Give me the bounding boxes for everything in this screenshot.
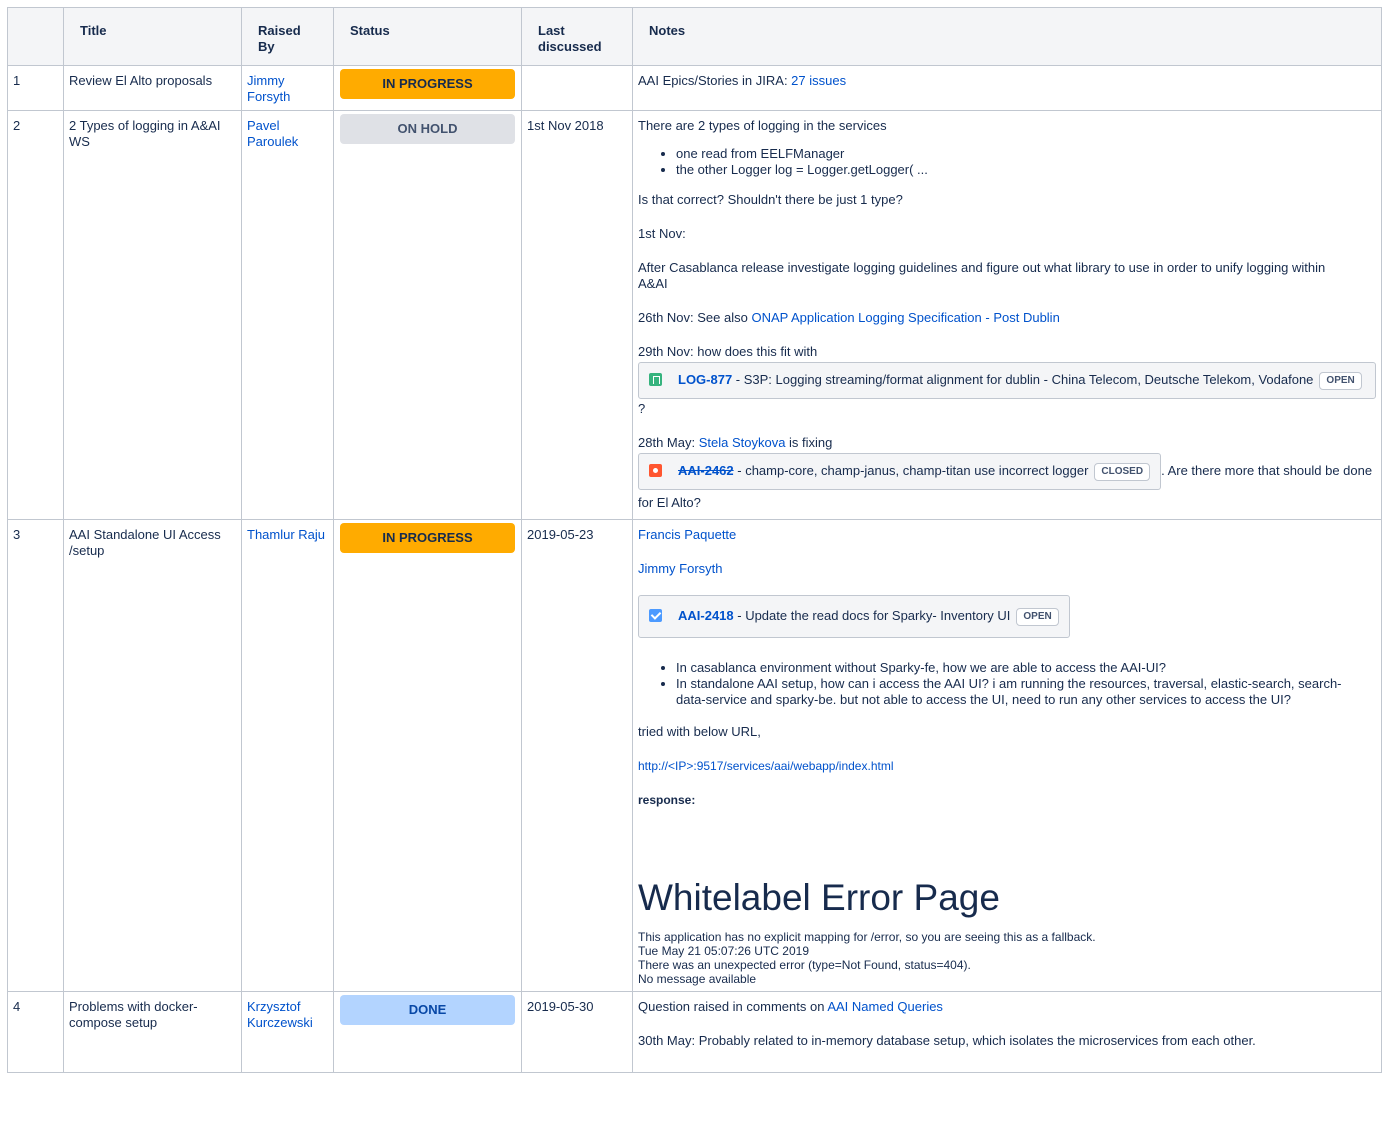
notes-cell: Question raised in comments on AAI Named… [632,991,1382,1073]
jira-issue-summary: - S3P: Logging streaming/format alignmen… [732,372,1314,387]
row-number: 4 [7,991,64,1073]
list-item: In casablanca environment without Sparky… [676,660,1376,676]
row-number: 1 [7,65,64,111]
header-num[interactable] [7,7,64,66]
user-link[interactable]: Krzysztof Kurczewski [247,999,313,1030]
user-mention-link[interactable]: Stela Stoykova [699,435,786,450]
notes-paragraph: After Casablanca release investigate log… [638,260,1326,291]
confluence-page-link[interactable]: AAI Named Queries [827,999,943,1014]
table-row: 1 Review El Alto proposals Jimmy Forsyth… [7,65,1382,111]
status-cell: DONE [333,991,522,1073]
notes-cell: AAI Epics/Stories in JIRA: 27 issues [632,65,1382,111]
table-row: 4 Problems with docker-compose setup Krz… [7,991,1382,1073]
jira-issue-macro[interactable]: AAI-2418 - Update the read docs for Spar… [638,595,1070,638]
raised-by-link[interactable]: Thamlur Raju [241,519,334,992]
last-discussed: 2019-05-30 [521,991,633,1073]
error-line: Tue May 21 05:07:26 UTC 2019 [638,944,809,958]
header-row: Title Raised By Status Last discussed No… [7,7,1382,66]
notes-list: one read from EELFManager the other Logg… [638,146,1376,178]
table-row: 2 2 Types of logging in A&AI WS Pavel Pa… [7,110,1382,520]
status-badge: DONE [340,995,515,1025]
last-discussed [521,65,633,111]
error-line: No message available [638,972,757,986]
notes-text: 28th May: [638,435,699,450]
status-badge: ON HOLD [340,114,515,144]
notes-paragraph: There are 2 types of logging in the serv… [638,118,887,133]
jira-status-lozenge: OPEN [1319,372,1362,390]
list-item: one read from EELFManager [676,146,1376,162]
header-raised-by[interactable]: Raised By [241,7,334,66]
confluence-page-link[interactable]: ONAP Application Logging Specification -… [751,310,1059,325]
row-number: 2 [7,110,64,520]
url-link[interactable]: http://<IP>:9517/services/aai/webapp/ind… [638,759,894,773]
notes-paragraph: 26th Nov: See also ONAP Application Logg… [638,310,1376,326]
notes-paragraph: tried with below URL, [638,724,761,739]
notes-paragraph: 29th Nov: how does this fit with [638,344,818,359]
notes-paragraph: 30th May: Probably related to in-memory … [638,1033,1256,1048]
jira-issues-link[interactable]: 27 issues [791,73,846,88]
user-mention-link[interactable]: Francis Paquette [638,527,736,542]
table-row: 3 AAI Standalone UI Access /setup Thamlu… [7,519,1382,992]
error-line: This application has no explicit mapping… [638,930,1096,944]
notes-cell: Francis Paquette Jimmy Forsyth AAI-2418 … [632,519,1382,992]
user-link[interactable]: Thamlur Raju [247,527,325,542]
list-item: the other Logger log = Logger.getLogger(… [676,162,1376,178]
row-title: AAI Standalone UI Access /setup [63,519,242,992]
header-last-discussed[interactable]: Last discussed [521,7,633,66]
jira-issue-key[interactable]: LOG-877 [678,372,732,387]
notes-text: 26th Nov: See also [638,310,752,325]
notes-paragraph: http://<IP>:9517/services/aai/webapp/ind… [638,758,1376,774]
jira-issue-macro[interactable]: LOG-877 - S3P: Logging streaming/format … [638,362,1376,399]
jira-issue-key[interactable]: AAI-2462 [678,463,734,478]
raised-by-link[interactable]: Krzysztof Kurczewski [241,991,334,1073]
jira-status-lozenge: OPEN [1016,608,1059,626]
header-notes[interactable]: Notes [632,7,1382,66]
status-cell: IN PROGRESS [333,65,522,111]
notes-paragraph: Question raised in comments on AAI Named… [638,999,1376,1015]
jira-issue-summary: - Update the read docs for Sparky- Inven… [733,608,1011,623]
user-link[interactable]: Jimmy Forsyth [247,73,290,104]
notes-paragraph: 28th May: Stela Stoykova is fixing [638,435,1376,451]
whitelabel-error-body: This application has no explicit mapping… [638,930,1376,986]
row-title: 2 Types of logging in A&AI WS [63,110,242,520]
row-title: Problems with docker-compose setup [63,991,242,1073]
notes-list: In casablanca environment without Sparky… [638,660,1376,708]
notes-paragraph: ? [638,401,646,416]
error-line: There was an unexpected error (type=Not … [638,958,971,972]
notes-paragraph: Francis Paquette [638,527,1376,543]
jira-issue-key[interactable]: AAI-2418 [678,608,734,623]
raised-by-link[interactable]: Pavel Paroulek [241,110,334,520]
notes-paragraph: response: [638,793,696,807]
row-number: 3 [7,519,64,992]
notes-text: Question raised in comments on [638,999,828,1014]
header-status[interactable]: Status [333,7,522,66]
status-badge: IN PROGRESS [340,69,515,99]
checkbox-task-icon [649,609,662,622]
jira-issue-summary: - champ-core, champ-janus, champ-titan u… [733,463,1089,478]
issues-table: Title Raised By Status Last discussed No… [7,7,1382,1073]
notes-text: AAI Epics/Stories in JIRA: [638,73,792,88]
notes-paragraph: 1st Nov: [638,226,686,241]
raised-by-link[interactable]: Jimmy Forsyth [241,65,334,111]
user-mention-link[interactable]: Jimmy Forsyth [638,561,723,576]
notes-paragraph: Jimmy Forsyth [638,561,1376,577]
user-link[interactable]: Pavel Paroulek [247,118,298,149]
notes-cell: There are 2 types of logging in the serv… [632,110,1382,520]
last-discussed: 2019-05-23 [521,519,633,992]
bug-icon [649,464,662,477]
last-discussed: 1st Nov 2018 [521,110,633,520]
whitelabel-error-title: Whitelabel Error Page [638,877,1000,918]
row-title: Review El Alto proposals [63,65,242,111]
list-item: In standalone AAI setup, how can i acces… [676,676,1376,708]
status-cell: ON HOLD [333,110,522,520]
status-badge: IN PROGRESS [340,523,515,553]
jira-issue-macro[interactable]: AAI-2462 - champ-core, champ-janus, cham… [638,453,1162,490]
header-title[interactable]: Title [63,7,242,66]
notes-paragraph: AAI-2462 - champ-core, champ-janus, cham… [638,453,1376,514]
notes-paragraph: Is that correct? Shouldn't there be just… [638,192,903,207]
story-icon [649,373,662,386]
jira-status-lozenge: CLOSED [1094,463,1151,481]
status-cell: IN PROGRESS [333,519,522,992]
notes-text: is fixing [785,435,833,450]
